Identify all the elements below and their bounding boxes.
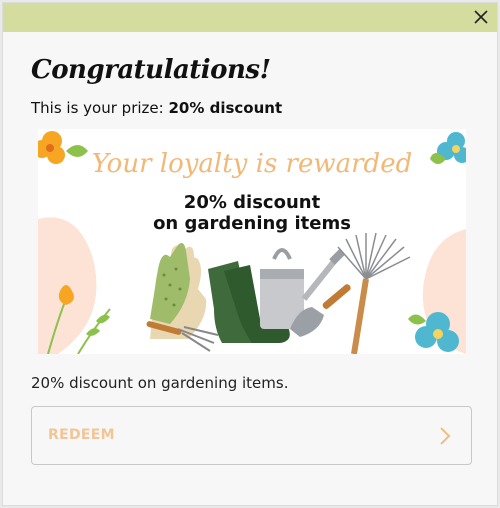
prize-modal: Congratulations! This is your prize: 20%…	[2, 2, 498, 506]
modal-title: Congratulations!	[31, 55, 271, 85]
close-icon[interactable]	[471, 7, 491, 27]
banner-headline-1: 20% discount	[183, 192, 321, 213]
prize-value: 20% discount	[168, 99, 283, 117]
prize-prefix: This is your prize:	[31, 99, 169, 117]
rake-icon	[337, 232, 411, 354]
banner-tagline: Your loyalty is rewarded	[91, 149, 413, 179]
banner-headline-2: on gardening items	[153, 213, 351, 234]
prize-line: This is your prize: 20% discount	[31, 99, 282, 117]
prize-description: 20% discount on gardening items.	[31, 374, 289, 392]
chevron-right-icon	[440, 427, 451, 445]
redeem-button[interactable]: REDEEM	[31, 406, 472, 465]
prize-banner-image: Your loyalty is rewarded 20% discount on…	[38, 129, 466, 354]
modal-header-bar	[3, 3, 497, 32]
redeem-label: REDEEM	[48, 427, 115, 443]
